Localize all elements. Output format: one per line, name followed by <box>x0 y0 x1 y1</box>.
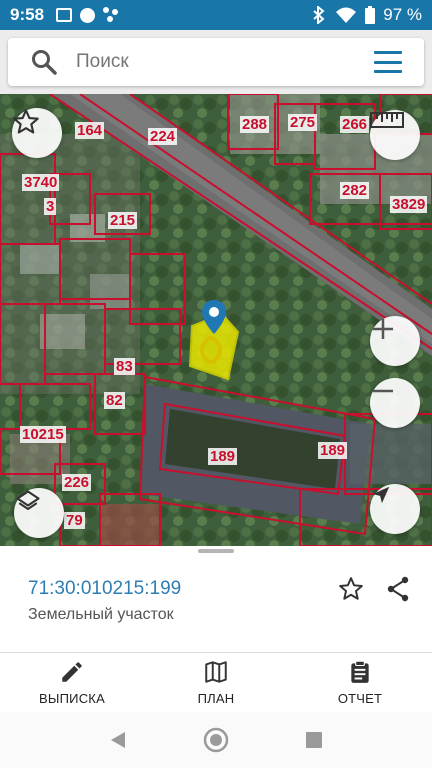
menu-icon[interactable] <box>374 51 402 73</box>
header <box>0 30 432 94</box>
parcel-label: 79 <box>64 512 85 529</box>
favorite-star-icon <box>13 109 39 134</box>
my-location-icon <box>372 486 390 504</box>
dots-icon <box>103 7 119 23</box>
system-nav-bar <box>0 712 432 768</box>
parcel-label: 164 <box>75 122 105 139</box>
ruler-button[interactable] <box>370 110 420 160</box>
share-icon[interactable] <box>386 576 410 602</box>
parcel-label: 83 <box>114 358 135 375</box>
nav-item-plan[interactable]: ПЛАН <box>144 653 288 712</box>
cadastral-number[interactable]: 71:30:010215:199 <box>28 578 181 600</box>
home-icon[interactable] <box>203 727 229 753</box>
nav-item-report[interactable]: ОТЧЕТ <box>288 653 432 712</box>
bottom-nav: ВЫПИСКА ПЛАН ОТЧЕТ <box>0 652 432 712</box>
ruler-icon <box>370 112 404 128</box>
star-icon[interactable] <box>338 576 364 602</box>
mail-icon <box>56 8 73 22</box>
parcel-label: 215 <box>108 212 138 229</box>
zoom-in-button[interactable] <box>370 316 420 366</box>
zoom-out-button[interactable] <box>370 378 420 428</box>
nav-label-plan: ПЛАН <box>197 691 235 706</box>
nav-item-extract[interactable]: ВЫПИСКА <box>0 653 144 712</box>
zoom-out-icon <box>373 389 393 393</box>
circle-icon <box>80 7 96 23</box>
search-icon[interactable] <box>30 48 58 76</box>
layers-button[interactable] <box>14 488 64 538</box>
status-time: 9:58 <box>10 5 45 24</box>
back-icon[interactable] <box>109 730 127 750</box>
pencil-icon <box>62 662 82 682</box>
drag-handle[interactable] <box>198 549 234 553</box>
nav-label-report: ОТЧЕТ <box>337 691 383 706</box>
parcel-label: 189 <box>318 442 348 459</box>
parcel-label: 224 <box>148 128 178 145</box>
search-box[interactable] <box>8 38 424 86</box>
zoom-in-icon <box>373 319 393 339</box>
parcel-label: 266 <box>340 116 370 133</box>
map-icon <box>205 661 227 683</box>
parcel-label: 189 <box>208 448 238 465</box>
parcel-label: 82 <box>104 392 125 409</box>
my-location-button[interactable] <box>370 484 420 534</box>
nav-label-extract: ВЫПИСКА <box>39 691 105 706</box>
recents-icon[interactable] <box>305 731 323 749</box>
parcel-label: 275 <box>288 114 318 131</box>
battery-percent: 97 % <box>383 5 422 24</box>
parcel-label: 282 <box>340 182 370 199</box>
battery-icon <box>365 6 376 24</box>
location-pin-icon[interactable] <box>202 300 226 334</box>
parcel-type: Земельный участок <box>28 606 174 623</box>
parcel-label: 3829 <box>390 196 428 213</box>
status-bar: 9:58 97 % <box>0 0 432 30</box>
map-view[interactable]: 164 224 288 275 266 3740 3 215 282 3829 … <box>0 94 432 546</box>
clipboard-icon <box>351 660 369 683</box>
parcel-label: 10215 <box>20 426 66 443</box>
parcel-label: 3 <box>44 198 57 215</box>
wifi-icon <box>336 7 357 23</box>
favorites-button[interactable] <box>12 108 62 158</box>
bluetooth-icon <box>313 6 325 24</box>
parcel-label: 3740 <box>22 174 60 191</box>
parcel-label: 226 <box>62 474 92 491</box>
parcel-info-panel: 71:30:010215:199 Земельный участок <box>0 546 432 652</box>
parcel-label: 288 <box>240 116 270 133</box>
search-input[interactable] <box>76 51 356 73</box>
layers-icon <box>16 490 40 511</box>
